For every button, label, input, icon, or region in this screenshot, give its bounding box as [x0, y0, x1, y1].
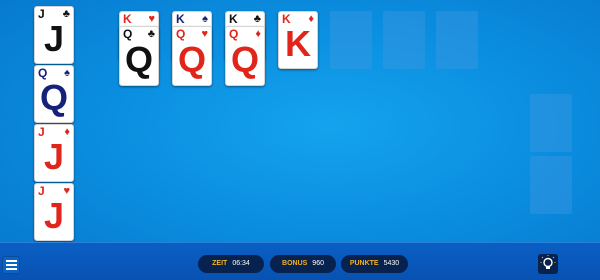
lightbulb-icon[interactable]	[538, 254, 558, 274]
score-display: PUNKTE 5430	[341, 255, 408, 273]
score-value: 5430	[383, 260, 400, 267]
empty-slot[interactable]	[330, 11, 372, 69]
card-suit: ♦	[64, 126, 70, 138]
bonus-display: BONUS 960	[270, 255, 336, 273]
king-diamonds-card[interactable]: K ♦ K	[278, 11, 318, 69]
lightbulb-svg	[540, 255, 556, 269]
bottom-bar: ZEIT 06:34 BONUS 960 PUNKTE 5430	[0, 242, 600, 280]
tableau-card-3[interactable]: J ♦ J	[34, 124, 74, 182]
card-face: J	[43, 18, 65, 59]
card-suit: ♠	[202, 13, 208, 25]
menu-line	[6, 260, 17, 262]
card-rank: K	[229, 12, 238, 26]
card-rank: K	[123, 12, 132, 26]
empty-slot[interactable]	[530, 94, 572, 152]
queen-clubs-card[interactable]: Q ♣ Q	[119, 26, 159, 86]
card-rank: K	[176, 12, 185, 26]
card-face: Q	[39, 77, 68, 118]
queen-hearts-card[interactable]: Q ♥ Q	[172, 26, 212, 86]
bonus-value: 960	[312, 260, 324, 267]
card-suit: ♣	[253, 13, 261, 25]
time-display: ZEIT 06:34	[198, 255, 264, 273]
tableau-card-2[interactable]: Q ♠ Q	[34, 65, 74, 123]
empty-slot[interactable]	[436, 11, 478, 69]
card-face: Q	[124, 39, 153, 80]
menu-line	[6, 268, 17, 270]
bonus-label: BONUS	[282, 260, 308, 267]
tableau-card-4[interactable]: J ♥ J	[34, 183, 74, 241]
queen-diamonds-card[interactable]: Q ♦ Q	[225, 26, 265, 86]
tableau-card-1[interactable]: J ♣ J	[34, 6, 74, 64]
card-face: J	[43, 136, 65, 177]
empty-slot[interactable]	[530, 156, 572, 214]
card-suit: ♥	[63, 185, 70, 197]
card-face: Q	[177, 39, 206, 80]
card-face: Q	[230, 39, 259, 80]
time-label: ZEIT	[212, 260, 228, 267]
score-label: PUNKTE	[349, 260, 379, 267]
empty-slot[interactable]	[383, 11, 425, 69]
card-suit: ♥	[148, 13, 155, 25]
card-face: K	[285, 23, 311, 64]
card-face: J	[43, 195, 65, 236]
time-value: 06:34	[232, 260, 250, 267]
menu-icon[interactable]	[2, 256, 20, 274]
menu-line	[6, 264, 17, 266]
